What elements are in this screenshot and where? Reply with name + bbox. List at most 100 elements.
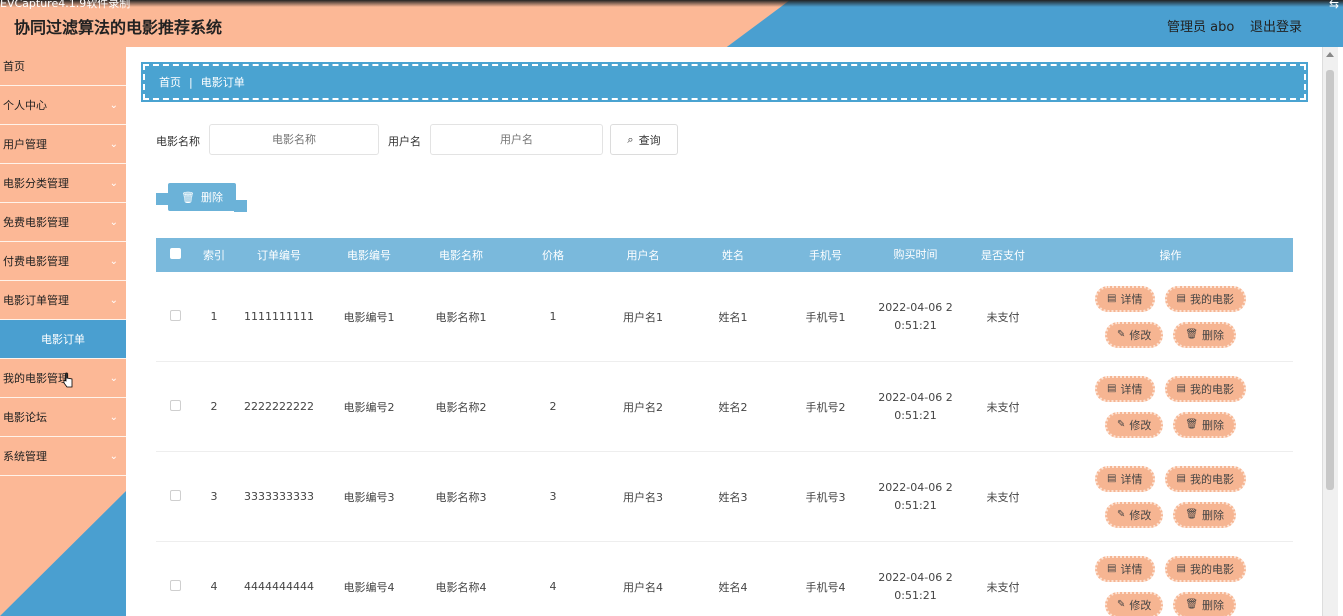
delete-button[interactable]: 🗑 删除	[1173, 411, 1237, 438]
cell-price: 2	[549, 400, 557, 413]
my-movie-button-label: 我的电影	[1189, 562, 1234, 576]
cell-actions: ▤ 详情 ▤ 我的电影 ✎ 修改 🗑 删除	[1048, 375, 1293, 438]
sidebar-item-label: 电影订单	[41, 333, 85, 346]
delete-button-label: 删除	[1202, 508, 1225, 522]
scrollbar-thumb[interactable]	[1326, 70, 1334, 490]
select-all-checkbox[interactable]	[169, 248, 181, 259]
detail-button[interactable]: ▤ 详情	[1095, 375, 1155, 402]
detail-icon: ▤	[1107, 383, 1117, 394]
cell-phone: 手机号4	[805, 580, 846, 594]
app-title: 协同过滤算法的电影推荐系统	[14, 18, 223, 37]
detail-button[interactable]: ▤ 详情	[1095, 465, 1155, 492]
cell-movie-name: 电影名称2	[435, 400, 487, 414]
delete-button[interactable]: 🗑 删除	[1173, 321, 1237, 348]
column-header-paid: 是否支付	[981, 249, 1025, 262]
window-corner-icon: ⇆	[1328, 0, 1339, 11]
sidebar-item-label: 用户管理	[3, 138, 47, 151]
chevron-down-icon: ⌄	[109, 411, 118, 423]
breadcrumb-home[interactable]: 首页	[159, 74, 181, 90]
my-movie-button[interactable]: ▤ 我的电影	[1164, 555, 1246, 582]
delete-button[interactable]: 🗑 删除	[1173, 591, 1237, 616]
sidebar-item-label: 电影订单管理	[3, 294, 69, 307]
sidebar-item-label: 个人中心	[3, 99, 47, 112]
sidebar-item[interactable]: 个人中心 ⌄	[0, 86, 126, 125]
edit-icon: ✎	[1116, 329, 1126, 340]
sidebar-item[interactable]: 付费电影管理 ⌄	[0, 242, 126, 281]
breadcrumb-current: 电影订单	[200, 76, 245, 89]
sidebar-item[interactable]: 电影分类管理 ⌄	[0, 164, 126, 203]
list-icon: ▤	[1176, 293, 1186, 304]
my-movie-button[interactable]: ▤ 我的电影	[1164, 465, 1246, 492]
cell-movie-no: 电影编号2	[343, 400, 395, 414]
sidebar-item[interactable]: 用户管理 ⌄	[0, 125, 126, 164]
search-icon: ⌕	[627, 132, 634, 146]
table-row: 2 2222222222 电影编号2 电影名称2 2 用户名2 姓名2 手机号2 2022-04…	[156, 362, 1293, 452]
sidebar-item[interactable]: 电影论坛 ⌄	[0, 398, 126, 437]
sidebar-item[interactable]: 电影订单管理 ⌄	[0, 281, 126, 320]
sidebar-item[interactable]: 电影订单	[0, 320, 126, 359]
sidebar-item[interactable]: 免费电影管理 ⌄	[0, 203, 126, 242]
cell-row-index: 1	[210, 310, 218, 323]
cell-movie-name: 电影名称1	[435, 310, 487, 324]
detail-button-label: 详情	[1120, 472, 1143, 486]
mouse-hand-cursor-icon	[63, 372, 73, 388]
batch-delete-button[interactable]: 🗑 删除	[168, 183, 236, 211]
cell-purchase-time: 2022-04-06 2 0:51:21	[873, 299, 958, 335]
batch-delete-label: 删除	[200, 191, 223, 204]
detail-button[interactable]: ▤ 详情	[1095, 555, 1155, 582]
detail-button[interactable]: ▤ 详情	[1095, 285, 1155, 312]
sidebar-item[interactable]: 首页	[0, 47, 126, 86]
column-header-purchase-time: 购买时间	[893, 248, 938, 261]
my-movie-button-label: 我的电影	[1189, 472, 1234, 486]
cell-username: 用户名4	[623, 580, 663, 594]
sidebar-item-label: 电影分类管理	[3, 177, 69, 190]
edit-button[interactable]: ✎ 修改	[1104, 501, 1164, 528]
column-header-name: 姓名	[722, 249, 744, 262]
sidebar-item-label: 系统管理	[3, 450, 47, 463]
query-button[interactable]: ⌕ 查询	[610, 124, 678, 155]
cell-username: 用户名3	[623, 490, 663, 504]
sidebar-item[interactable]: 系统管理 ⌄	[0, 437, 126, 476]
cell-purchase-time: 2022-04-06 2 0:51:21	[873, 479, 958, 515]
row-checkbox[interactable]	[169, 579, 181, 591]
cell-order-no: 2222222222	[244, 400, 314, 413]
my-movie-button[interactable]: ▤ 我的电影	[1164, 375, 1246, 402]
recorder-watermark: EVCapture4.1.9软件录制	[0, 0, 131, 10]
detail-button-label: 详情	[1120, 382, 1143, 396]
cell-paid-status: 未支付	[986, 580, 1020, 594]
cell-customer-name: 姓名2	[718, 400, 748, 414]
chevron-down-icon: ⌄	[109, 177, 118, 189]
table-row: 3 3333333333 电影编号3 电影名称3 3 用户名3 姓名3 手机号3 2022-04…	[156, 452, 1293, 542]
row-select-cell	[156, 399, 194, 414]
scroll-up-arrow-icon[interactable]	[1326, 52, 1334, 57]
username-input[interactable]	[430, 124, 603, 155]
movie-name-input[interactable]	[209, 124, 379, 155]
current-user-label: 管理员 abo	[1167, 20, 1235, 35]
cell-paid-status: 未支付	[986, 400, 1020, 414]
cell-paid-status: 未支付	[986, 490, 1020, 504]
my-movie-button[interactable]: ▤ 我的电影	[1164, 285, 1246, 312]
edit-button[interactable]: ✎ 修改	[1104, 321, 1164, 348]
edit-button[interactable]: ✎ 修改	[1104, 591, 1164, 616]
cell-row-index: 2	[210, 400, 218, 413]
edit-icon: ✎	[1116, 599, 1126, 610]
row-checkbox[interactable]	[169, 399, 181, 411]
chevron-down-icon: ⌄	[109, 99, 118, 111]
cell-order-no: 4444444444	[244, 580, 314, 593]
purchase-clock: 0:51:21	[894, 498, 937, 512]
logout-link[interactable]: 退出登录	[1250, 16, 1302, 35]
purchase-date: 2022-04-06 2	[878, 390, 953, 404]
cell-username: 用户名1	[623, 310, 663, 324]
row-actions: ▤ 详情 ▤ 我的电影 ✎ 修改 🗑 删除	[1086, 285, 1256, 348]
detail-icon: ▤	[1107, 473, 1117, 484]
sidebar-item-label: 我的电影管理	[3, 372, 69, 385]
trash-icon: 🗑	[1185, 329, 1199, 340]
delete-button[interactable]: 🗑 删除	[1173, 501, 1237, 528]
row-checkbox[interactable]	[169, 489, 181, 501]
cell-customer-name: 姓名1	[718, 310, 748, 324]
row-checkbox[interactable]	[169, 309, 181, 321]
purchase-clock: 0:51:21	[894, 318, 937, 332]
chevron-down-icon: ⌄	[109, 450, 118, 462]
edit-button[interactable]: ✎ 修改	[1104, 411, 1164, 438]
column-header-actions: 操作	[1159, 249, 1182, 262]
